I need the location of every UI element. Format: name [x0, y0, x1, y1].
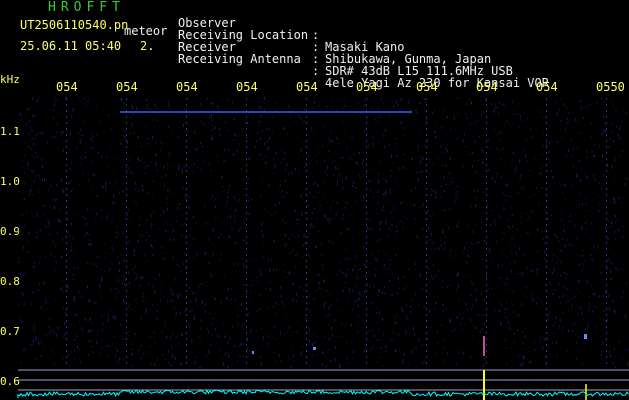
time-tick-label: 054	[116, 80, 138, 94]
meteor-echo-dot	[313, 347, 316, 350]
detector-label: meteor	[124, 24, 168, 38]
antenna-colon: :	[312, 64, 320, 78]
time-tick-label: 054	[296, 80, 318, 94]
antenna-label: Receiving Antenna	[178, 52, 301, 66]
app-title: HROFFT	[48, 0, 125, 15]
file-name: UT2506110540.pn	[20, 18, 129, 32]
time-tick-label: 054	[476, 80, 498, 94]
time-tick-label: 0550	[596, 80, 625, 94]
meteor-count: 2.	[140, 39, 155, 53]
time-tick-label: 054	[536, 80, 558, 94]
noise-field	[18, 96, 629, 369]
frequency-unit-label: kHz	[0, 73, 20, 86]
time-tick-label: 054	[56, 80, 78, 94]
time-tick-label: 054	[416, 80, 438, 94]
date-time: 25.06.11 05:40	[20, 39, 122, 53]
meteor-echo-dot	[252, 351, 254, 354]
time-tick-label: 054	[176, 80, 198, 94]
spectrogram-display	[17, 96, 629, 400]
time-tick-label: 054	[356, 80, 378, 94]
time-tick-label: 054	[236, 80, 258, 94]
signal-level-trace	[17, 388, 629, 398]
meteor-echo-dot	[584, 334, 587, 339]
